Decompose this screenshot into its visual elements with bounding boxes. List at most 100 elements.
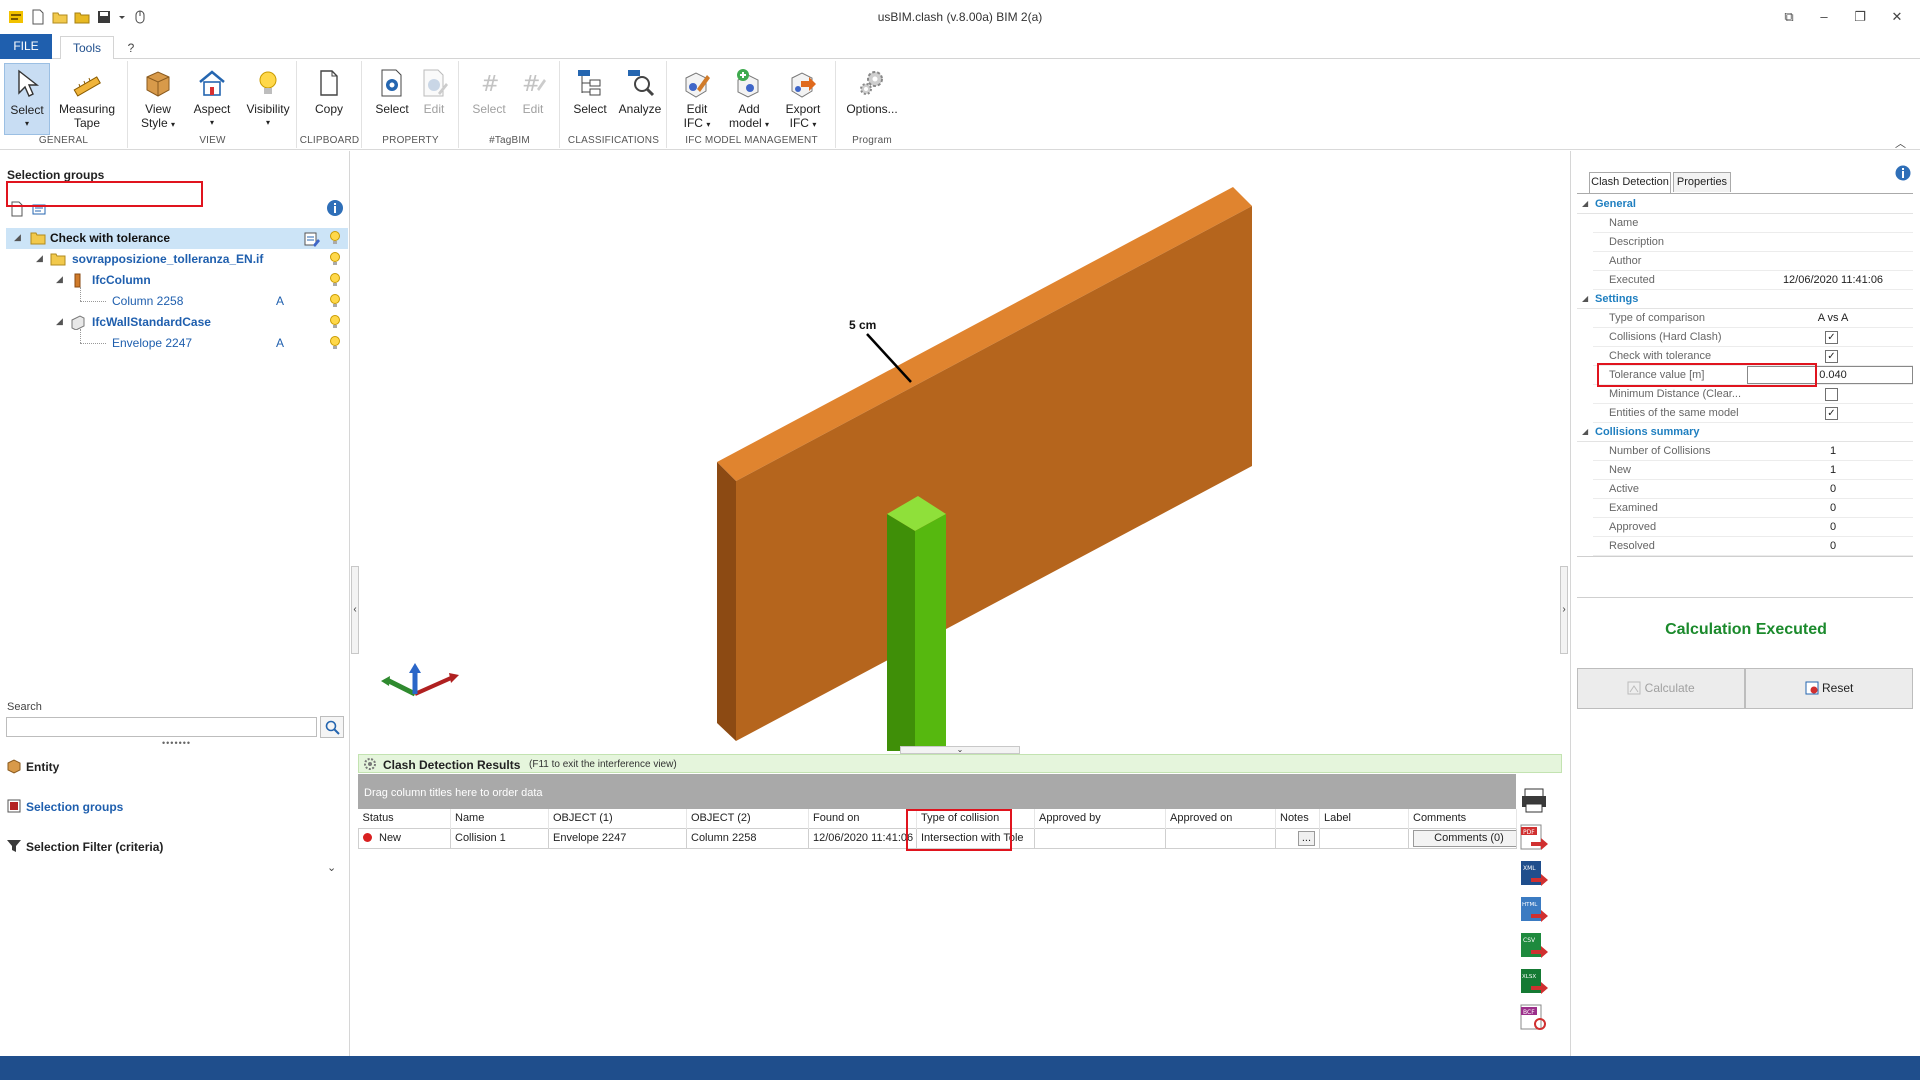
cell-object2[interactable]: Column 2258 [686, 827, 809, 849]
add-model-button[interactable]: Add model ▾ [724, 63, 774, 131]
bcf-export-icon[interactable]: BCF [1519, 1004, 1549, 1032]
hard-clash-checkbox[interactable]: ✓ [1825, 331, 1838, 344]
html-export-icon[interactable]: HTML [1519, 896, 1549, 924]
prop-executed[interactable]: Executed 12/06/2020 11:41:06 [1593, 271, 1913, 290]
results-panel-toggle[interactable]: ⌄ [900, 746, 1020, 754]
reset-button[interactable]: Reset [1745, 668, 1913, 709]
tab-file[interactable]: FILE [0, 34, 52, 59]
column-header[interactable]: Name [450, 809, 549, 828]
options-button[interactable]: Options... [843, 63, 901, 131]
chevron-down-icon[interactable]: ⌄ [327, 861, 336, 874]
group-edit-icon[interactable] [304, 231, 320, 247]
tree-node-envelope-2247[interactable]: Envelope 2247 A [6, 329, 348, 354]
category-settings[interactable]: ◢ Settings [1577, 290, 1913, 309]
visibility-bulb-icon[interactable] [328, 314, 342, 330]
measuring-tape-button[interactable]: Measuring Tape [56, 63, 118, 131]
nav-selection-groups[interactable]: Selection groups [6, 796, 346, 818]
view-style-button[interactable]: View Style ▾ [133, 63, 183, 131]
prop-number-collisions[interactable]: Number of Collisions 1 [1593, 442, 1913, 461]
prop-hard-clash[interactable]: Collisions (Hard Clash) ✓ [1593, 328, 1913, 347]
tree-node-root-group[interactable]: ◢ Check with tolerance [6, 228, 348, 249]
3d-viewport[interactable]: 5 cm [351, 151, 1569, 837]
prop-examined[interactable]: Examined 0 [1593, 499, 1913, 518]
tag-edit-button[interactable]: # Edit [508, 63, 558, 131]
visibility-button[interactable]: Visibility ▾ [241, 63, 295, 131]
column-header[interactable]: OBJECT (1) [548, 809, 687, 828]
visibility-bulb-icon[interactable] [328, 335, 342, 351]
cell-name[interactable]: Collision 1 [450, 827, 549, 849]
tab-tools[interactable]: Tools [60, 36, 114, 60]
visibility-bulb-icon[interactable] [328, 230, 342, 246]
column-header[interactable]: Comments [1408, 809, 1517, 828]
edit-ifc-button[interactable]: Edit IFC ▾ [672, 63, 722, 131]
classification-select-button[interactable]: Select [565, 63, 615, 131]
calculate-button[interactable]: Calculate [1577, 668, 1745, 709]
category-collisions-summary[interactable]: ◢ Collisions summary [1577, 423, 1913, 442]
expand-triangle-icon[interactable]: ◢ [56, 316, 63, 327]
expand-triangle-icon[interactable]: ◢ [14, 232, 21, 243]
tab-clash-detection[interactable]: Clash Detection [1589, 172, 1671, 193]
group-by-bar[interactable]: Drag column titles here to order data [358, 774, 1516, 809]
cell-label[interactable] [1319, 827, 1409, 849]
visibility-bulb-icon[interactable] [328, 251, 342, 267]
nav-entity[interactable]: Entity [6, 756, 346, 778]
search-input[interactable] [6, 717, 317, 737]
nav-selection-filter[interactable]: Selection Filter (criteria) [6, 836, 346, 858]
column-header[interactable]: OBJECT (2) [686, 809, 809, 828]
analyze-button[interactable]: Analyze [615, 63, 665, 131]
prop-resolved[interactable]: Resolved 0 [1593, 537, 1913, 556]
aspect-button[interactable]: Aspect ▾ [187, 63, 237, 131]
category-general[interactable]: ◢ General [1577, 195, 1913, 214]
axis-gizmo-icon[interactable] [381, 663, 459, 697]
column-header[interactable]: Status [358, 809, 451, 828]
column-header[interactable]: Label [1319, 809, 1409, 828]
panel-splitter[interactable]: ••••••• [162, 738, 191, 748]
expand-triangle-icon[interactable]: ◢ [36, 253, 43, 264]
info-icon[interactable] [326, 199, 344, 217]
tree-node-file[interactable]: ◢ sovrapposizione_tolleranza_EN.if [6, 249, 348, 270]
csv-export-icon[interactable]: CSV [1519, 932, 1549, 960]
cell-comments[interactable]: Comments (0) [1408, 827, 1517, 849]
visibility-bulb-icon[interactable] [328, 272, 342, 288]
tree-node-column-2258[interactable]: Column 2258 A [6, 287, 348, 312]
tree-node-ifccolumn[interactable]: ◢ IfcColumn [6, 270, 348, 291]
maximize-button[interactable]: ❐ [1850, 8, 1870, 26]
tag-select-button[interactable]: # Select [464, 63, 514, 131]
print-icon[interactable] [1519, 786, 1549, 814]
same-model-checkbox[interactable]: ✓ [1825, 407, 1838, 420]
cell-approved-on[interactable] [1165, 827, 1276, 849]
prop-active[interactable]: Active 0 [1593, 480, 1913, 499]
prop-approved[interactable]: Approved 0 [1593, 518, 1913, 537]
prop-new[interactable]: New 1 [1593, 461, 1913, 480]
tab-help[interactable]: ? [124, 38, 138, 58]
prop-type-of-comparison[interactable]: Type of comparison A vs A [1593, 309, 1913, 328]
cell-approved-by[interactable] [1034, 827, 1166, 849]
comments-button[interactable]: Comments (0) [1413, 829, 1516, 847]
info-icon[interactable] [1895, 165, 1911, 181]
property-edit-button[interactable]: Edit [409, 63, 459, 131]
select-button[interactable]: Select ▾ [4, 63, 50, 135]
prop-author[interactable]: Author [1593, 252, 1913, 271]
ribbon-collapse-icon[interactable]: ︿ [1895, 135, 1906, 151]
search-button[interactable] [320, 716, 344, 738]
minimum-distance-checkbox[interactable] [1825, 388, 1838, 401]
prop-name[interactable]: Name [1593, 214, 1913, 233]
export-ifc-button[interactable]: Export IFC ▾ [778, 63, 828, 131]
pdf-export-icon[interactable]: PDF [1519, 824, 1549, 852]
xlsx-export-icon[interactable]: XLSX [1519, 968, 1549, 996]
prop-description[interactable]: Description [1593, 233, 1913, 252]
left-panel-toggle[interactable]: ‹ [351, 566, 359, 654]
prop-minimum-distance[interactable]: Minimum Distance (Clear... [1593, 385, 1913, 404]
notes-button[interactable]: ... [1297, 830, 1315, 846]
column-header[interactable]: Notes [1275, 809, 1320, 828]
right-panel-toggle[interactable]: › [1560, 566, 1568, 654]
minimize-button[interactable]: – [1814, 8, 1834, 26]
column-header[interactable]: Approved on [1165, 809, 1276, 828]
expand-triangle-icon[interactable]: ◢ [56, 274, 63, 285]
check-tolerance-checkbox[interactable]: ✓ [1825, 350, 1838, 363]
column-header[interactable]: Found on [808, 809, 917, 828]
tree-node-ifcwallstandardcase[interactable]: ◢ IfcWallStandardCase [6, 312, 348, 333]
cell-found-on[interactable]: 12/06/2020 11:41:06 [808, 827, 917, 849]
copy-button[interactable]: Copy [304, 63, 354, 131]
column-header[interactable]: Approved by [1034, 809, 1166, 828]
